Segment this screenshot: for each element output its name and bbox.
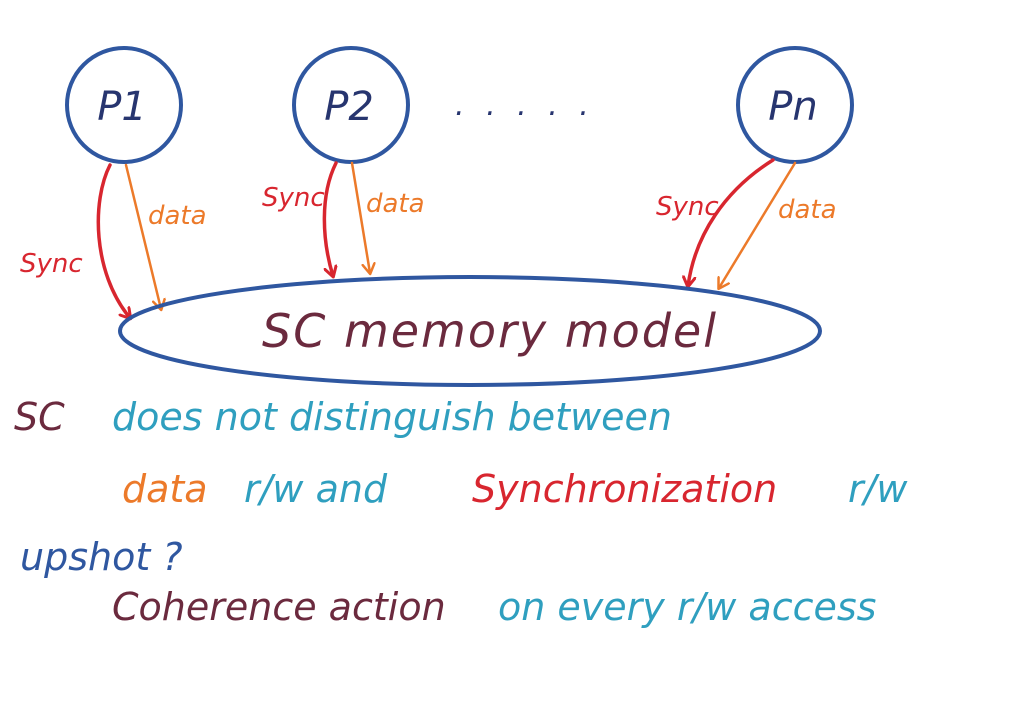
processor-label-p2: P2 bbox=[324, 84, 374, 130]
note-line-4-rest: on every r/w access bbox=[498, 585, 876, 629]
processor-node-p1: P1 bbox=[65, 46, 183, 164]
note-line-2-sync: Synchronization bbox=[472, 467, 777, 511]
data-arrow-pn bbox=[719, 161, 797, 288]
sync-label-pn: Sync bbox=[656, 192, 719, 222]
note-line-1-rest: does not distinguish between bbox=[112, 395, 672, 439]
memory-model-node: SC memory model bbox=[118, 275, 822, 387]
data-arrow-p1 bbox=[124, 163, 161, 309]
sync-arrow-p2 bbox=[322, 161, 338, 276]
data-label-p1: data bbox=[148, 201, 207, 231]
note-line-2-data: data bbox=[122, 467, 208, 511]
sync-arrow-p1 bbox=[96, 163, 130, 318]
processor-node-pn: Pn bbox=[736, 46, 854, 164]
note-line-1: SC does not distinguish between bbox=[14, 395, 672, 439]
processor-node-p2: P2 bbox=[292, 46, 410, 164]
note-line-2: data r/w and Synchronization r/w bbox=[122, 467, 908, 511]
note-line-2-rw: r/w bbox=[848, 467, 908, 511]
note-line-2-rw-and: r/w and bbox=[244, 467, 388, 511]
diagram-canvas: P1 P2 . . . . . Pn Sync data Sync data S… bbox=[14, 46, 908, 629]
note-line-4-coherence: Coherence action bbox=[112, 585, 446, 629]
processor-label-pn: Pn bbox=[768, 84, 817, 130]
processor-ellipsis: . . . . . bbox=[455, 88, 595, 123]
processor-label-p1: P1 bbox=[97, 84, 147, 130]
data-label-p2: data bbox=[366, 189, 425, 219]
note-line-4: Coherence action on every r/w access bbox=[112, 585, 876, 629]
sync-label-p2: Sync bbox=[262, 183, 325, 213]
memory-model-label: SC memory model bbox=[262, 304, 718, 358]
data-label-pn: data bbox=[778, 195, 837, 225]
note-line-1-sc: SC bbox=[14, 395, 65, 439]
sync-label-p1: Sync bbox=[20, 249, 83, 279]
note-line-3-upshot: upshot ? bbox=[20, 535, 182, 579]
